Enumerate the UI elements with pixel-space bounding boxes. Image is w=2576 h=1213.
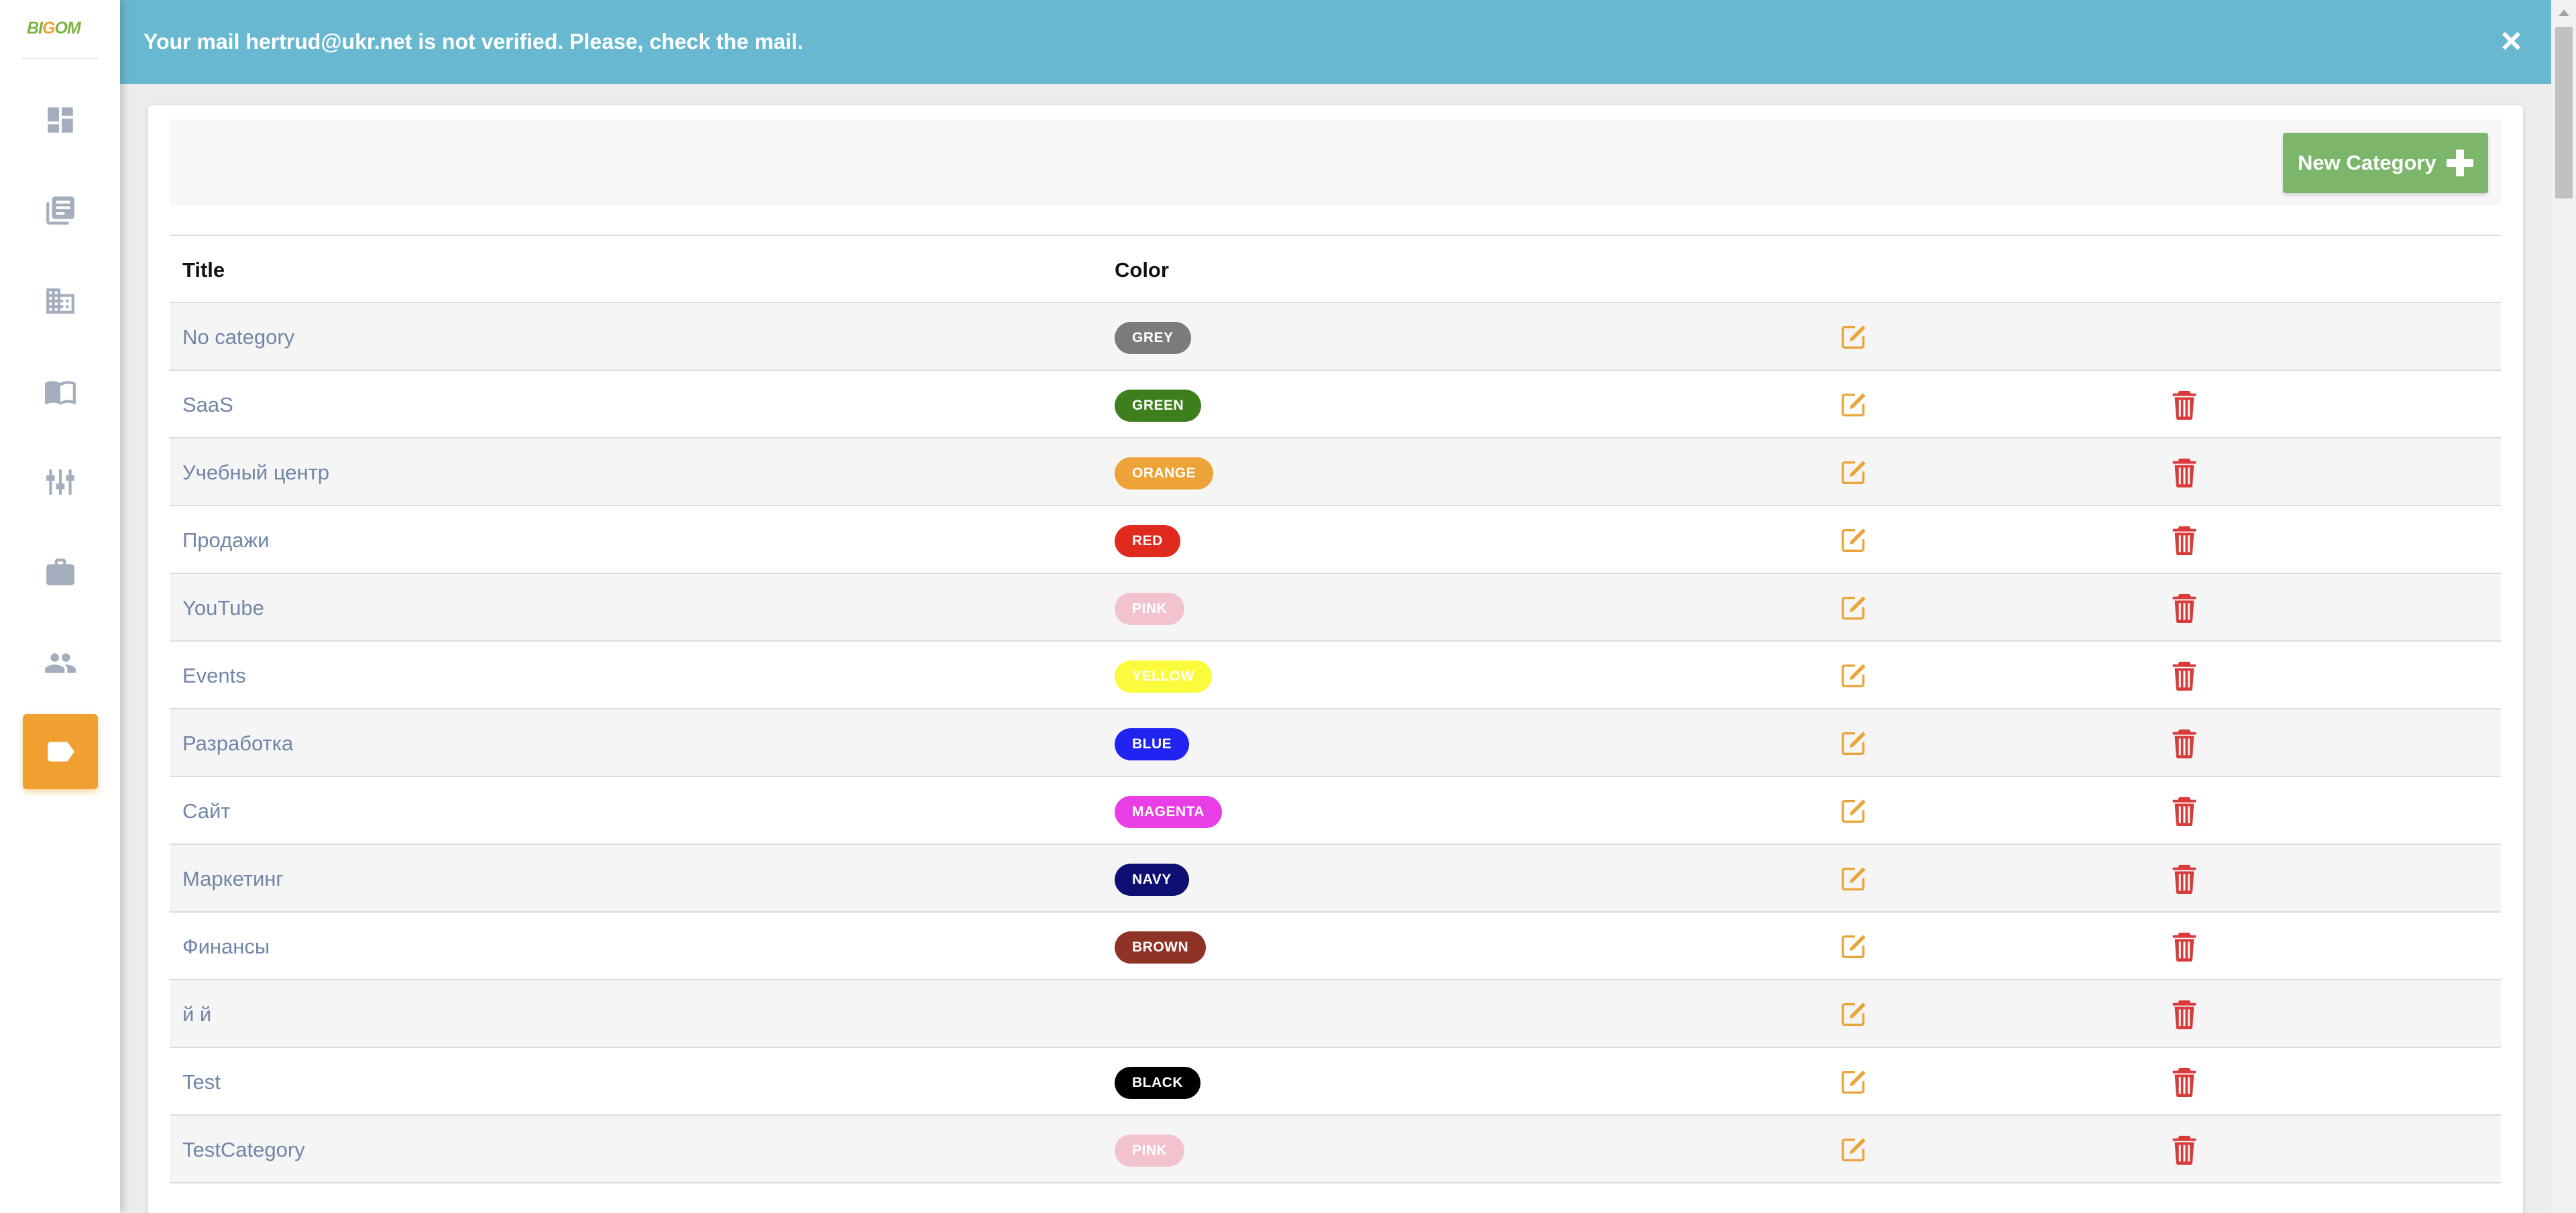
categories-table: Title Color No category GREY SaaS GREEN Учеб… [170,235,2501,1183]
delete-icon[interactable] [2171,593,2198,624]
category-title-link[interactable]: Финансы [182,935,270,959]
column-header-color: Color [1115,258,1169,282]
sidebar: BIGOM [0,0,120,1213]
color-badge: PINK [1115,1135,1185,1167]
column-header-title: Title [182,258,225,282]
color-badge: MAGENTA [1115,796,1223,828]
category-title-link[interactable]: Учебный центр [182,461,329,485]
email-verification-alert: Your mail hertrud@ukr.net is not verifie… [120,0,2551,84]
table-row: No category GREY [170,303,2501,371]
table-row: Events YELLOW [170,642,2501,709]
color-badge: GREEN [1115,390,1202,422]
color-badge: YELLOW [1115,660,1212,693]
table-body: No category GREY SaaS GREEN Учебный центр ORA… [170,303,2501,1183]
delete-icon[interactable] [2171,660,2198,691]
color-badge: RED [1115,525,1180,557]
color-badge: BROWN [1115,931,1207,964]
table-row: YouTube PINK [170,574,2501,642]
table-row: Финансы BROWN [170,913,2501,980]
new-category-label: New Category [2298,151,2437,174]
scroll-up-arrow-icon[interactable] [2559,9,2569,16]
plus-icon [2447,150,2473,176]
edit-icon[interactable] [1838,1135,1869,1165]
delete-icon[interactable] [2171,796,2198,827]
tag-icon[interactable] [23,714,98,789]
color-badge: BLUE [1115,728,1190,760]
category-title-link[interactable]: No category [182,325,294,349]
articles-icon[interactable] [23,173,98,248]
edit-icon[interactable] [1838,457,1869,488]
delete-icon[interactable] [2171,1135,2198,1165]
table-header: Title Color [170,235,2501,303]
table-row: TestCategory PINK [170,1116,2501,1183]
dashboard-icon[interactable] [23,82,98,158]
bigom-logo[interactable]: BIGOM [27,19,91,38]
edit-icon[interactable] [1838,999,1869,1030]
table-row: Маркетинг NAVY [170,845,2501,913]
color-badge: BLACK [1115,1067,1200,1099]
delete-icon[interactable] [2171,390,2198,420]
alert-message: Your mail hertrud@ukr.net is not verifie… [144,30,803,54]
category-title-link[interactable]: Events [182,664,246,688]
category-title-link[interactable]: Маркетинг [182,867,284,891]
edit-icon[interactable] [1838,931,1869,962]
category-title-link[interactable]: Test [182,1070,221,1094]
people-icon[interactable] [23,626,98,701]
toolbar: New Category [170,119,2501,205]
delete-icon[interactable] [2171,864,2198,894]
close-icon[interactable]: × [2496,21,2526,61]
delete-icon[interactable] [2171,728,2198,759]
category-title-link[interactable]: YouTube [182,596,264,620]
organization-icon[interactable] [23,264,98,339]
categories-card: New Category Title Color No category GREY… [148,105,2523,1213]
color-badge: GREY [1115,322,1191,354]
edit-icon[interactable] [1838,322,1869,353]
category-title-link[interactable]: Сайт [182,799,231,823]
logo-divider [21,58,99,59]
settings-sliders-icon[interactable] [23,445,98,520]
table-row: Разработка BLUE [170,709,2501,777]
color-badge: PINK [1115,593,1185,625]
delete-icon[interactable] [2171,931,2198,962]
category-title-link[interactable]: Разработка [182,732,293,756]
edit-icon[interactable] [1838,728,1869,759]
category-title-link[interactable]: TestCategory [182,1138,305,1162]
delete-icon[interactable] [2171,457,2198,488]
table-row: Учебный центр ORANGE [170,439,2501,506]
color-badge: ORANGE [1115,457,1214,489]
delete-icon[interactable] [2171,999,2198,1030]
edit-icon[interactable] [1838,390,1869,420]
book-icon[interactable] [23,354,98,429]
category-title-link[interactable]: й й [182,1002,211,1027]
edit-icon[interactable] [1838,796,1869,827]
new-category-button[interactable]: New Category [2283,133,2488,193]
scroll-thumb[interactable] [2555,27,2573,198]
table-row: SaaS GREEN [170,371,2501,439]
edit-icon[interactable] [1838,593,1869,624]
table-row: й й [170,980,2501,1048]
delete-icon[interactable] [2171,525,2198,556]
category-title-link[interactable]: SaaS [182,393,233,417]
edit-icon[interactable] [1838,525,1869,556]
category-title-link[interactable]: Продажи [182,528,269,553]
table-row: Сайт MAGENTA [170,777,2501,845]
edit-icon[interactable] [1838,660,1869,691]
briefcase-icon[interactable] [23,535,98,610]
table-row: Test BLACK [170,1048,2501,1116]
table-row: Продажи RED [170,506,2501,574]
page-scrollbar[interactable] [2551,0,2576,1213]
edit-icon[interactable] [1838,1067,1869,1098]
edit-icon[interactable] [1838,864,1869,894]
delete-icon[interactable] [2171,1067,2198,1098]
color-badge: NAVY [1115,864,1189,896]
